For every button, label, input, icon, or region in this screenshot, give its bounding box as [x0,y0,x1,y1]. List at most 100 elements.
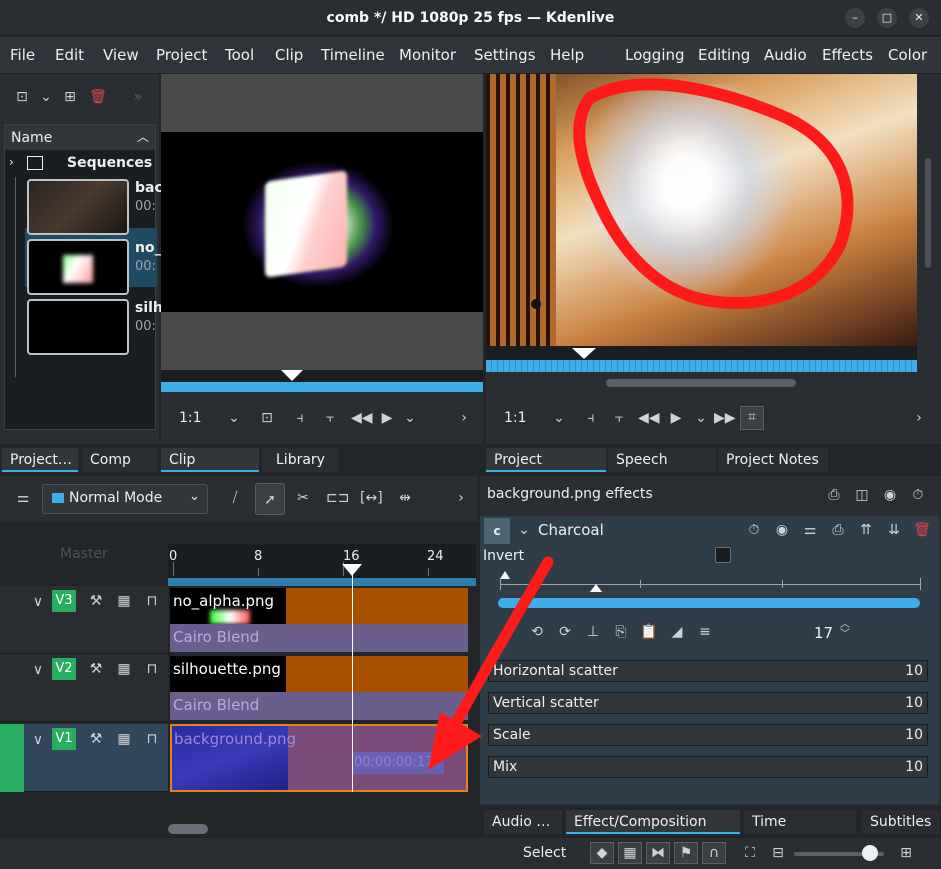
razor-tool-icon[interactable]: ✂ [292,488,314,508]
composition-cairo-blend[interactable]: Cairo Blend [170,624,468,652]
spacer-tool-icon[interactable]: ⊏⊐ [326,488,349,508]
add-clip-icon[interactable]: ⊡ [12,87,32,107]
set-in-icon[interactable]: ⫞ [291,408,309,428]
delete-icon[interactable]: 🗑 [912,520,932,540]
keyframe-icon[interactable]: ⏱ [744,520,764,540]
menu-monitor[interactable]: Monitor [399,37,456,73]
tab-project-bin[interactable]: Project… [2,448,78,472]
magnet-icon[interactable]: ∩ [702,842,726,864]
more-icon[interactable]: › [455,408,473,428]
chevron-down-icon[interactable]: ⌄ [516,520,532,540]
tab-effect-composition-stack[interactable]: Effect/Composition S… [566,810,740,854]
set-out-icon[interactable]: ⫟ [321,408,339,428]
layout-effects[interactable]: Effects [822,37,873,73]
tab-project-monitor[interactable]: Project Monitor [486,448,606,492]
keyframe-timeline-bar[interactable] [498,598,920,608]
lock-icon[interactable]: ⊓ [142,591,162,611]
tab-time-remapping[interactable]: Time Remap… [744,810,856,854]
zoom-slider-handle[interactable] [862,845,878,861]
playhead-icon[interactable] [342,564,362,576]
track-header-v1[interactable]: ∨ V1 ⚒ ▦ ⊓ [24,724,168,792]
layout-logging[interactable]: Logging [625,37,685,73]
zoom-fit-icon[interactable]: ⛶ [740,843,760,863]
tab-compositions[interactable]: Comp [82,448,158,472]
zoom-select[interactable]: 1:1 [504,410,527,426]
slip-tool-icon[interactable]: ⇹ [394,488,416,508]
delete-icon[interactable]: 🗑 [88,87,108,107]
razor-disabled-icon[interactable]: ⧸ [224,488,246,508]
zoom-in-icon[interactable]: ⊞ [896,843,916,863]
tab-subtitles[interactable]: Subtitles [862,810,940,834]
param-mix[interactable]: Mix 10 [488,756,928,778]
track-name-v1[interactable]: V1 [52,728,76,750]
param-vertical-scatter[interactable]: Vertical scatter 10 [488,692,928,714]
minimize-icon[interactable]: – [845,8,865,28]
chevron-down-icon[interactable]: ⌄ [36,87,56,107]
track-name-v2[interactable]: V2 [52,658,76,680]
play-icon[interactable]: ▶ [377,408,397,428]
layout-audio[interactable]: Audio [764,37,807,73]
film-icon[interactable]: ▦ [114,591,134,611]
play-icon[interactable]: ▶ [666,408,686,428]
interpolation-icon[interactable]: ◢ [668,622,686,642]
flag-icon[interactable]: ⚑ [674,842,698,864]
add-folder-icon[interactable]: ⊞ [60,87,80,107]
select-tool-icon[interactable]: ➚ [255,483,285,515]
ripple-tool-icon[interactable]: [↔] [360,488,383,508]
menu-view[interactable]: View [103,37,139,73]
thumb-silhouette[interactable] [27,299,129,355]
more-icon[interactable]: › [452,488,470,508]
compare-icon[interactable]: ◫ [852,485,872,505]
spin-up-down-icon[interactable]: ︿ ﹀ [838,620,852,640]
timeline-scrollbar[interactable] [168,824,208,834]
maximize-icon[interactable]: □ [877,8,897,28]
move-up-icon[interactable]: ⇈ [856,520,876,540]
film-icon[interactable]: ▦ [114,729,134,749]
keyframe-ruler[interactable] [500,584,920,585]
timeline-ruler[interactable]: 0 8 16 24 [168,544,476,586]
split-audio-icon[interactable]: ⧓ [646,842,670,864]
monitor-scrollbar[interactable] [917,74,941,346]
layout-color[interactable]: Color [888,37,927,73]
copy-icon[interactable]: ⎘ [612,622,630,642]
frame-spinbox[interactable]: 17 [814,624,833,642]
track-settings-icon[interactable]: ⚌ [12,488,34,508]
set-in-icon[interactable]: ⫞ [582,408,600,428]
chevron-down-icon[interactable]: ⌄ [550,408,568,428]
lock-icon[interactable]: ⊓ [142,659,162,679]
menu-tool[interactable]: Tool [225,37,254,73]
param-horizontal-scatter[interactable]: Horizontal scatter 10 [488,660,928,682]
collapse-chevron-icon[interactable]: ∨ [28,730,48,750]
chevron-down-icon[interactable]: ⌄ [692,408,710,428]
fullscreen-icon[interactable]: ⊡ [257,408,277,428]
save-stack-icon[interactable]: ⎙ [824,485,844,505]
film-icon[interactable]: ▦ [114,659,134,679]
more-icon[interactable]: › [910,408,928,428]
clip-ruler[interactable] [161,370,483,382]
sort-chevron-icon[interactable]: ︿ [137,128,149,145]
settings-sliders-icon[interactable]: ⚌ [800,520,820,540]
crop-icon[interactable]: ⌗ [740,406,764,430]
menu-timeline[interactable]: Timeline [321,37,385,73]
forward-icon[interactable]: ▶▶ [714,408,736,428]
menu-icon[interactable]: ≡ [696,622,714,642]
tab-project-notes[interactable]: Project Notes [718,448,828,472]
composition-cairo-blend[interactable]: Cairo Blend [170,692,468,720]
clip-no-alpha[interactable]: no_alpha.png [170,588,468,624]
keyframe-playhead-icon[interactable] [590,584,602,592]
tab-library[interactable]: Library [262,448,338,472]
clip-background[interactable]: background.png 00:00:00:17 [170,724,468,792]
keyframe-marker-icon[interactable] [500,571,510,579]
next-keyframe-icon[interactable]: ⟳ [556,622,574,642]
thumb-background[interactable] [27,179,129,235]
zoom-select[interactable]: 1:1 [179,410,202,426]
close-icon[interactable]: ✕ [909,8,929,28]
tab-audio-mixer[interactable]: Audio … [484,810,562,834]
list-item[interactable]: no_ [135,240,162,256]
rewind-icon[interactable]: ◀◀ [351,408,373,428]
list-item[interactable]: bac [135,180,163,196]
track-header-v3[interactable]: ∨ V3 ⚒ ▦ ⊓ [0,586,168,654]
menu-clip[interactable]: Clip [275,37,303,73]
chevron-down-icon[interactable]: ⌄ [225,408,243,428]
collapse-chevron-icon[interactable]: ∨ [28,592,48,612]
